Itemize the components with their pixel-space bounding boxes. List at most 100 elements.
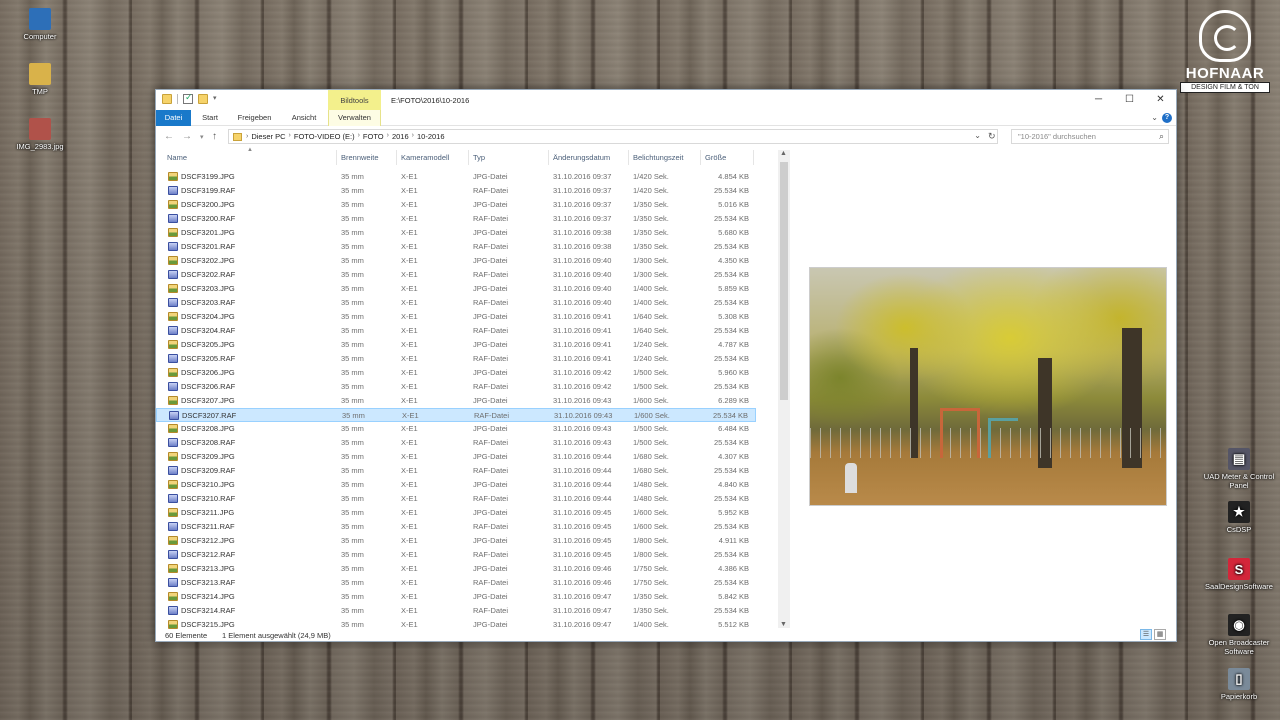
- customize-toolbar-icon[interactable]: ▾: [213, 94, 219, 104]
- table-row[interactable]: DSCF3200.JPG 35 mm X-E1 JPG-Datei 31.10.2016…: [156, 198, 756, 212]
- file-kameramodell: X-E1: [401, 340, 418, 349]
- column-divider[interactable]: [753, 150, 754, 165]
- table-row[interactable]: DSCF3203.RAF 35 mm X-E1 RAF-Datei 31.10.2016…: [156, 296, 756, 310]
- folder-icon[interactable]: [162, 94, 172, 104]
- chevron-right-icon[interactable]: ›: [246, 133, 248, 140]
- details-view-icon[interactable]: ☰: [1140, 629, 1152, 640]
- table-row[interactable]: DSCF3208.RAF 35 mm X-E1 RAF-Datei 31.10.2016…: [156, 436, 756, 450]
- table-row[interactable]: DSCF3202.RAF 35 mm X-E1 RAF-Datei 31.10.2016…: [156, 268, 756, 282]
- table-row[interactable]: DSCF3214.JPG 35 mm X-E1 JPG-Datei 31.10.2016…: [156, 590, 756, 604]
- table-row[interactable]: DSCF3215.JPG 35 mm X-E1 JPG-Datei 31.10.2016…: [156, 618, 756, 630]
- scroll-down-arrow-icon[interactable]: ▼: [780, 621, 787, 628]
- table-row[interactable]: DSCF3201.RAF 35 mm X-E1 RAF-Datei 31.10.2016…: [156, 240, 756, 254]
- table-row[interactable]: DSCF3206.RAF 35 mm X-E1 RAF-Datei 31.10.2016…: [156, 380, 756, 394]
- table-row[interactable]: DSCF3208.JPG 35 mm X-E1 JPG-Datei 31.10.2016…: [156, 422, 756, 436]
- desktop-icon[interactable]: ▤ UAD Meter & Control Panel: [1203, 448, 1275, 490]
- column-divider[interactable]: [628, 150, 629, 165]
- table-row[interactable]: DSCF3211.JPG 35 mm X-E1 JPG-Datei 31.10.2016…: [156, 506, 756, 520]
- table-row[interactable]: DSCF3213.RAF 35 mm X-E1 RAF-Datei 31.10.2016…: [156, 576, 756, 590]
- file-belichtungszeit: 1/400 Sek.: [633, 284, 669, 293]
- table-row[interactable]: DSCF3204.JPG 35 mm X-E1 JPG-Datei 31.10.2016…: [156, 310, 756, 324]
- table-row[interactable]: DSCF3202.JPG 35 mm X-E1 JPG-Datei 31.10.2016…: [156, 254, 756, 268]
- scrollbar-thumb[interactable]: [780, 162, 788, 400]
- table-row[interactable]: DSCF3205.JPG 35 mm X-E1 JPG-Datei 31.10.2016…: [156, 338, 756, 352]
- table-row[interactable]: DSCF3205.RAF 35 mm X-E1 RAF-Datei 31.10.2016…: [156, 352, 756, 366]
- tab-verwalten[interactable]: Verwalten: [328, 110, 381, 126]
- back-arrow-icon[interactable]: ←: [164, 131, 174, 142]
- table-row[interactable]: DSCF3212.RAF 35 mm X-E1 RAF-Datei 31.10.2016…: [156, 548, 756, 562]
- table-row[interactable]: DSCF3200.RAF 35 mm X-E1 RAF-Datei 31.10.2016…: [156, 212, 756, 226]
- breadcrumb-item[interactable]: 10-2016: [417, 132, 445, 141]
- desktop-icon[interactable]: Computer: [4, 8, 76, 41]
- file-groesse: 4.350 KB: [718, 256, 749, 265]
- tab-start[interactable]: Start: [196, 110, 224, 126]
- breadcrumb-item[interactable]: Dieser PC: [251, 132, 285, 141]
- table-row[interactable]: DSCF3214.RAF 35 mm X-E1 RAF-Datei 31.10.2016…: [156, 604, 756, 618]
- address-bar[interactable]: › Dieser PC › FOTO-VIDEO (E:) › FOTO › 2016 › 10…: [228, 129, 998, 144]
- column-divider[interactable]: [468, 150, 469, 165]
- desktop-icon[interactable]: IMG_2983.jpg: [4, 118, 76, 151]
- file-kameramodell: X-E1: [401, 312, 418, 321]
- new-folder-icon[interactable]: [198, 94, 208, 104]
- table-row[interactable]: DSCF3199.RAF 35 mm X-E1 RAF-Datei 31.10.2016…: [156, 184, 756, 198]
- table-row[interactable]: DSCF3210.JPG 35 mm X-E1 JPG-Datei 31.10.2016…: [156, 478, 756, 492]
- properties-icon[interactable]: [183, 92, 193, 104]
- column-divider[interactable]: [700, 150, 701, 165]
- column-header-name[interactable]: Name: [167, 153, 187, 162]
- column-header-brennweite[interactable]: Brennweite: [341, 153, 379, 162]
- table-row[interactable]: DSCF3201.JPG 35 mm X-E1 JPG-Datei 31.10.2016…: [156, 226, 756, 240]
- table-row[interactable]: DSCF3211.RAF 35 mm X-E1 RAF-Datei 31.10.2016…: [156, 520, 756, 534]
- search-icon[interactable]: ⌕: [1159, 130, 1164, 143]
- recent-locations-icon[interactable]: ▾: [200, 133, 204, 141]
- chevron-right-icon[interactable]: ›: [387, 132, 389, 141]
- table-row[interactable]: DSCF3209.RAF 35 mm X-E1 RAF-Datei 31.10.2016…: [156, 464, 756, 478]
- large-icons-view-icon[interactable]: ▦: [1154, 629, 1166, 640]
- column-header-groesse[interactable]: Größe: [705, 153, 726, 162]
- column-header-kameramodell[interactable]: Kameramodell: [401, 153, 449, 162]
- file-kameramodell: X-E1: [401, 242, 418, 251]
- breadcrumb-item[interactable]: FOTO: [363, 132, 384, 141]
- column-divider[interactable]: [396, 150, 397, 165]
- refresh-icon[interactable]: ↻: [988, 131, 996, 142]
- column-divider[interactable]: [336, 150, 337, 165]
- desktop-icon[interactable]: ★ CsDSP: [1203, 501, 1275, 534]
- column-header-belichtungszeit[interactable]: Belichtungszeit: [633, 153, 683, 162]
- tab-freigeben[interactable]: Freigeben: [232, 110, 277, 126]
- breadcrumb-item[interactable]: 2016: [392, 132, 409, 141]
- desktop-icon[interactable]: ▯ Papierkorb: [1203, 668, 1275, 701]
- address-dropdown-icon[interactable]: ⌄: [974, 131, 981, 140]
- column-header-typ[interactable]: Typ: [473, 153, 485, 162]
- table-row[interactable]: DSCF3213.JPG 35 mm X-E1 JPG-Datei 31.10.2016…: [156, 562, 756, 576]
- tab-ansicht[interactable]: Ansicht: [284, 110, 324, 126]
- file-brennweite: 35 mm: [341, 186, 364, 195]
- forward-arrow-icon[interactable]: →: [182, 131, 192, 142]
- search-input[interactable]: "10-2016" durchsuchen ⌕: [1011, 129, 1169, 144]
- chevron-right-icon[interactable]: ›: [289, 132, 291, 141]
- column-divider[interactable]: [548, 150, 549, 165]
- table-row[interactable]: DSCF3212.JPG 35 mm X-E1 JPG-Datei 31.10.2016…: [156, 534, 756, 548]
- desktop-icon[interactable]: S SaalDesignSoftware: [1203, 558, 1275, 591]
- table-row[interactable]: DSCF3210.RAF 35 mm X-E1 RAF-Datei 31.10.2016…: [156, 492, 756, 506]
- maximize-button[interactable]: ☐: [1114, 90, 1145, 110]
- scroll-up-arrow-icon[interactable]: ▲: [780, 150, 787, 157]
- table-row[interactable]: DSCF3203.JPG 35 mm X-E1 JPG-Datei 31.10.2016…: [156, 282, 756, 296]
- up-arrow-icon[interactable]: ↑: [212, 131, 217, 142]
- tab-datei[interactable]: Datei: [156, 110, 191, 126]
- table-row[interactable]: DSCF3204.RAF 35 mm X-E1 RAF-Datei 31.10.2016…: [156, 324, 756, 338]
- desktop-icon[interactable]: ◉ Open Broadcaster Software: [1203, 614, 1275, 656]
- help-icon[interactable]: ?: [1162, 113, 1172, 123]
- vertical-scrollbar[interactable]: ▲ ▼: [778, 150, 790, 628]
- table-row[interactable]: DSCF3207.RAF 35 mm X-E1 RAF-Datei 31.10.2016…: [156, 408, 756, 422]
- column-header-aenderungsdatum[interactable]: Änderungsdatum: [553, 153, 610, 162]
- table-row[interactable]: DSCF3207.JPG 35 mm X-E1 JPG-Datei 31.10.2016…: [156, 394, 756, 408]
- table-row[interactable]: DSCF3209.JPG 35 mm X-E1 JPG-Datei 31.10.2016…: [156, 450, 756, 464]
- table-row[interactable]: DSCF3199.JPG 35 mm X-E1 JPG-Datei 31.10.2016…: [156, 170, 756, 184]
- minimize-button[interactable]: ─: [1083, 90, 1114, 110]
- chevron-right-icon[interactable]: ›: [358, 132, 360, 141]
- chevron-right-icon[interactable]: ›: [412, 132, 414, 141]
- expand-ribbon-icon[interactable]: ⌄: [1151, 113, 1158, 122]
- breadcrumb-item[interactable]: FOTO-VIDEO (E:): [294, 132, 355, 141]
- table-row[interactable]: DSCF3206.JPG 35 mm X-E1 JPG-Datei 31.10.2016…: [156, 366, 756, 380]
- desktop-icon[interactable]: TMP: [4, 63, 76, 96]
- close-button[interactable]: ✕: [1145, 90, 1176, 110]
